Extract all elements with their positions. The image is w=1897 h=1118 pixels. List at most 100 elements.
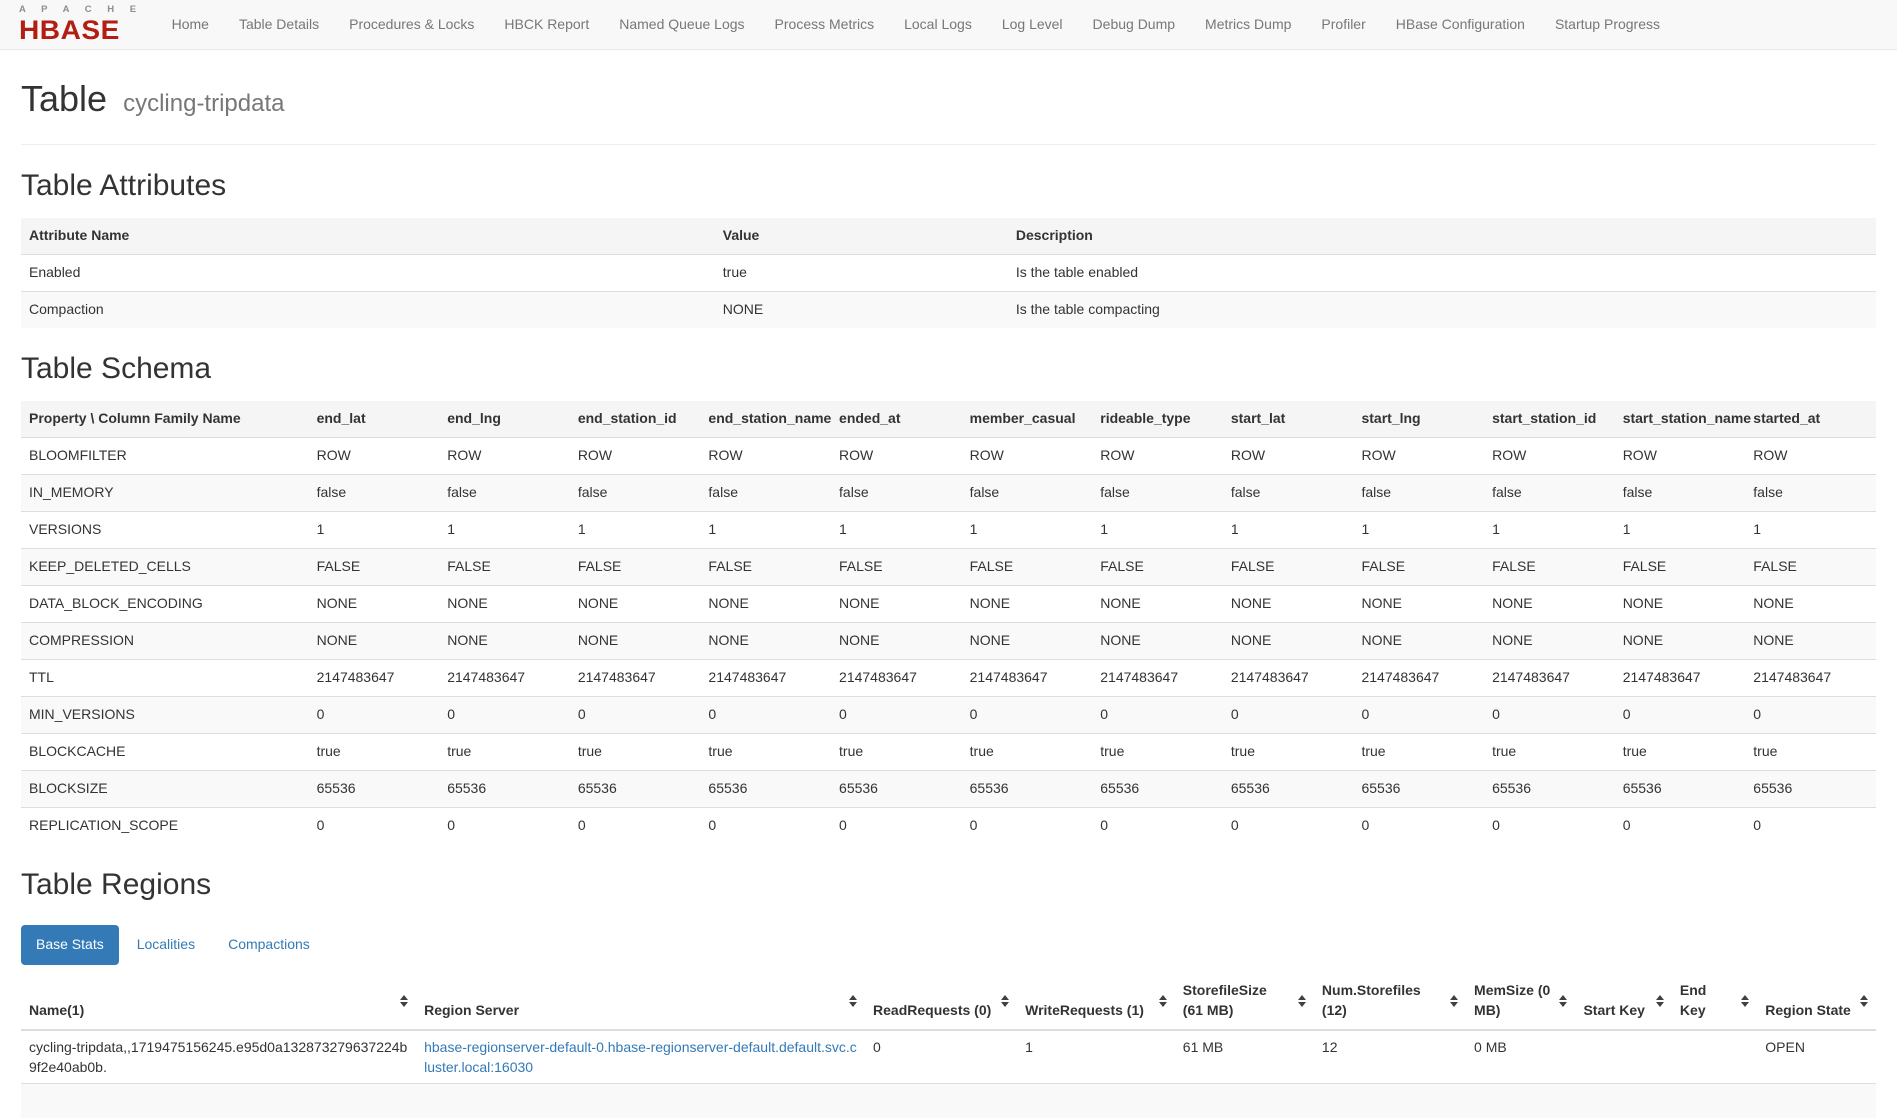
regions-header-label: End Key xyxy=(1680,982,1706,1018)
schema-property-value: NONE xyxy=(1223,622,1354,659)
attributes-header-description: Description xyxy=(1008,218,1876,254)
region-server-link[interactable]: hbase-regionserver-default-0.hbase-regio… xyxy=(424,1039,857,1075)
nav-item-table-details[interactable]: Table Details xyxy=(224,7,334,43)
schema-property-value: 1 xyxy=(1223,512,1354,549)
attributes-header-attribute-name: Attribute Name xyxy=(21,218,715,254)
nav-item-named-queue-logs[interactable]: Named Queue Logs xyxy=(604,7,759,43)
schema-property-value: ROW xyxy=(1745,438,1876,475)
schema-property-value: 65536 xyxy=(1484,770,1615,807)
schema-header-ended-at: ended_at xyxy=(831,401,962,437)
tab-localities[interactable]: Localities xyxy=(122,925,210,965)
tab-base-stats[interactable]: Base Stats xyxy=(21,925,119,965)
schema-table: Property \ Column Family Nameend_latend_… xyxy=(21,401,1876,844)
schema-header-start-lng: start_lng xyxy=(1353,401,1484,437)
schema-property-value: 1 xyxy=(439,512,570,549)
schema-property-value: ROW xyxy=(1615,438,1746,475)
region-cell-write_requests: 1 xyxy=(1017,1030,1175,1084)
page-content: Table cycling-tripdata Table Attributes … xyxy=(0,73,1897,1118)
nav-item-metrics-dump[interactable]: Metrics Dump xyxy=(1190,7,1306,43)
schema-property-value: true xyxy=(439,733,570,770)
nav-item-procedures-locks[interactable]: Procedures & Locks xyxy=(334,7,489,43)
regions-header-storefile_size[interactable]: StorefileSize (61 MB) xyxy=(1175,973,1314,1030)
region-cell-region_server: hbase-regionserver-default-0.hbase-regio… xyxy=(416,1030,865,1084)
schema-property-value: 1 xyxy=(570,512,701,549)
sort-icon xyxy=(1298,995,1306,1007)
schema-property-value: 1 xyxy=(831,512,962,549)
nav-item-process-metrics[interactable]: Process Metrics xyxy=(760,7,890,43)
schema-property-value: 2147483647 xyxy=(439,659,570,696)
schema-property-value: true xyxy=(1223,733,1354,770)
schema-property-name: BLOOMFILTER xyxy=(21,438,309,475)
schema-header-start-station-id: start_station_id xyxy=(1484,401,1615,437)
schema-property-value: 65536 xyxy=(570,770,701,807)
schema-property-value: NONE xyxy=(570,622,701,659)
schema-property-value: ROW xyxy=(1092,438,1223,475)
schema-property-value: FALSE xyxy=(962,549,1093,586)
sort-icon xyxy=(1741,995,1749,1007)
nav-item-local-logs[interactable]: Local Logs xyxy=(889,7,987,43)
schema-property-value: false xyxy=(831,475,962,512)
regions-header-region_server[interactable]: Region Server xyxy=(416,973,865,1030)
schema-property-value: 0 xyxy=(439,696,570,733)
schema-header-rideable-type: rideable_type xyxy=(1092,401,1223,437)
schema-property-value: ROW xyxy=(831,438,962,475)
region-cell-read_requests: 0 xyxy=(865,1030,1017,1084)
schema-header-end-lng: end_lng xyxy=(439,401,570,437)
tab-compactions[interactable]: Compactions xyxy=(213,925,325,965)
schema-property-value: 0 xyxy=(570,807,701,843)
schema-property-value: 0 xyxy=(1353,807,1484,843)
schema-row-replication-scope: REPLICATION_SCOPE000000000000 xyxy=(21,807,1876,843)
schema-row-bloomfilter: BLOOMFILTERROWROWROWROWROWROWROWROWROWRO… xyxy=(21,438,1876,475)
schema-property-value: true xyxy=(1484,733,1615,770)
nav-item-hbase-configuration[interactable]: HBase Configuration xyxy=(1381,7,1540,43)
schema-property-name: REPLICATION_SCOPE xyxy=(21,807,309,843)
schema-heading: Table Schema xyxy=(21,348,1876,391)
schema-property-value: ROW xyxy=(1353,438,1484,475)
schema-property-name: DATA_BLOCK_ENCODING xyxy=(21,585,309,622)
schema-property-value: false xyxy=(1615,475,1746,512)
nav-item-log-level[interactable]: Log Level xyxy=(987,7,1078,43)
regions-header-end_key[interactable]: End Key xyxy=(1672,973,1757,1030)
attribute-cell: Is the table enabled xyxy=(1008,255,1876,292)
schema-row-blockcache: BLOCKCACHEtruetruetruetruetruetruetruetr… xyxy=(21,733,1876,770)
sort-icon xyxy=(1001,995,1009,1007)
schema-property-value: true xyxy=(831,733,962,770)
nav-item-home[interactable]: Home xyxy=(157,7,224,43)
schema-property-value: FALSE xyxy=(309,549,440,586)
schema-property-value: 65536 xyxy=(962,770,1093,807)
regions-header-mem_size[interactable]: MemSize (0 MB) xyxy=(1466,973,1575,1030)
attributes-heading: Table Attributes xyxy=(21,165,1876,208)
schema-property-value: NONE xyxy=(962,622,1093,659)
schema-property-name: BLOCKCACHE xyxy=(21,733,309,770)
attributes-table: Attribute NameValueDescription Enabledtr… xyxy=(21,218,1876,328)
schema-property-value: 2147483647 xyxy=(1223,659,1354,696)
schema-property-value: true xyxy=(1092,733,1223,770)
region-cell-start_key xyxy=(1575,1030,1671,1084)
regions-header-label: MemSize (0 MB) xyxy=(1474,982,1550,1018)
regions-header-name[interactable]: Name(1) xyxy=(21,973,416,1030)
regions-header-write_requests[interactable]: WriteRequests (1) xyxy=(1017,973,1175,1030)
schema-property-value: NONE xyxy=(1484,585,1615,622)
schema-property-value: NONE xyxy=(1092,622,1223,659)
regions-header-start_key[interactable]: Start Key xyxy=(1575,973,1671,1030)
schema-property-value: FALSE xyxy=(1484,549,1615,586)
schema-property-value: false xyxy=(1353,475,1484,512)
schema-row-keep-deleted-cells: KEEP_DELETED_CELLSFALSEFALSEFALSEFALSEFA… xyxy=(21,549,1876,586)
nav-item-debug-dump[interactable]: Debug Dump xyxy=(1078,7,1191,43)
nav-item-hbck-report[interactable]: HBCK Report xyxy=(489,7,604,43)
schema-property-value: 0 xyxy=(570,696,701,733)
schema-property-value: 1 xyxy=(1484,512,1615,549)
regions-header-region_state[interactable]: Region State xyxy=(1757,973,1876,1030)
regions-header-num_storefiles[interactable]: Num.Storefiles (12) xyxy=(1314,973,1466,1030)
table-row-partial xyxy=(21,1084,1876,1118)
regions-header-read_requests[interactable]: ReadRequests (0) xyxy=(865,973,1017,1030)
schema-property-value: ROW xyxy=(570,438,701,475)
nav-item-profiler[interactable]: Profiler xyxy=(1306,7,1380,43)
nav-items: HomeTable DetailsProcedures & LocksHBCK … xyxy=(157,7,1675,43)
schema-property-value: 0 xyxy=(1223,807,1354,843)
hbase-logo[interactable]: A P A C H E HBASE xyxy=(19,5,143,44)
schema-property-value: 0 xyxy=(1745,807,1876,843)
schema-property-value: 2147483647 xyxy=(1745,659,1876,696)
schema-property-value: 0 xyxy=(1223,696,1354,733)
nav-item-startup-progress[interactable]: Startup Progress xyxy=(1540,7,1675,43)
